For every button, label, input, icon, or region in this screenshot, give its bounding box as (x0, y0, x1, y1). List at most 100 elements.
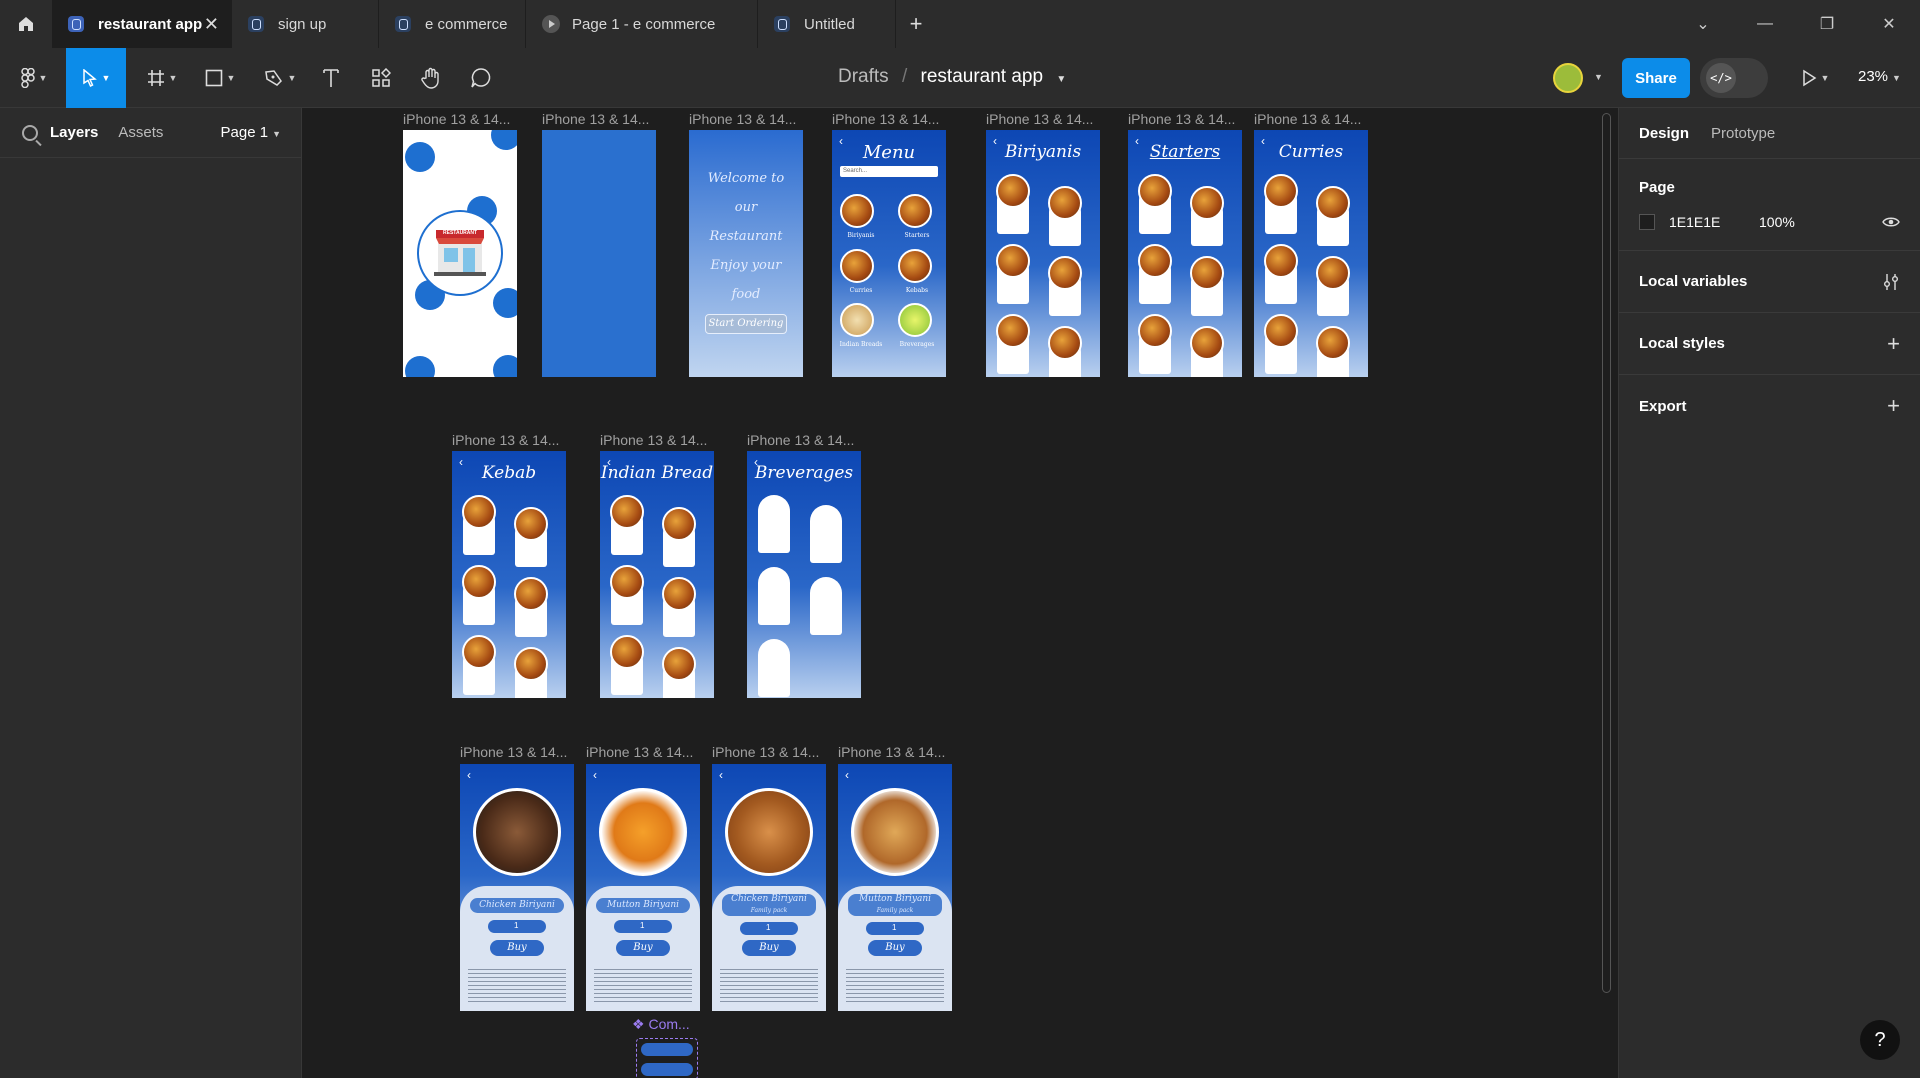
back-chevron-icon[interactable]: ‹ (593, 768, 597, 782)
help-question-icon[interactable]: ? (1860, 1020, 1900, 1060)
minimize-icon[interactable]: — (1734, 0, 1796, 48)
quantity-stepper[interactable]: 1 (866, 922, 924, 935)
export-section[interactable]: Export + (1619, 375, 1920, 437)
main-menu-button[interactable]: ▼ (12, 48, 56, 108)
chevron-down-icon[interactable]: ⌄ (1672, 0, 1734, 48)
tab-sign-up[interactable]: sign up (232, 0, 379, 48)
component-set[interactable] (636, 1038, 698, 1078)
chevron-down-icon[interactable]: ▼ (1594, 72, 1603, 82)
frame-label[interactable]: iPhone 13 & 14... (747, 432, 854, 448)
frame-tool[interactable]: ▼ (140, 48, 184, 108)
frame-blank-blue[interactable] (542, 130, 656, 377)
tab-layers[interactable]: Layers (50, 124, 98, 141)
frame-detail-chicken-family[interactable]: ‹ Chicken Biriyani Family pack 1 Buy (712, 764, 826, 1011)
shape-tool[interactable]: ▼ (198, 48, 242, 108)
hand-tool[interactable] (416, 48, 446, 108)
page-opacity[interactable]: 100% (1759, 214, 1795, 230)
resources-tool[interactable] (366, 48, 396, 108)
frame-label[interactable]: iPhone 13 & 14... (832, 111, 939, 127)
quantity-stepper[interactable]: 1 (614, 920, 672, 933)
component-label[interactable]: ❖ Com... (632, 1016, 690, 1033)
tab-assets[interactable]: Assets (118, 124, 163, 141)
frame-label[interactable]: iPhone 13 & 14... (460, 744, 567, 760)
quantity-stepper[interactable]: 1 (488, 920, 546, 933)
move-tool[interactable]: ▼ (66, 48, 126, 108)
drink-card[interactable] (758, 495, 790, 553)
drink-card[interactable] (758, 567, 790, 625)
frame-label[interactable]: iPhone 13 & 14... (403, 111, 510, 127)
drink-card[interactable] (810, 577, 842, 635)
drink-card[interactable] (758, 639, 790, 697)
search-icon[interactable] (22, 124, 38, 141)
present-button[interactable]: ▼ (1795, 48, 1835, 108)
add-style-plus-icon[interactable]: + (1887, 331, 1900, 357)
tab-design[interactable]: Design (1639, 125, 1689, 142)
frame-detail-mutton-family[interactable]: ‹ Mutton Biriyani Family pack 1 Buy (838, 764, 952, 1011)
file-name[interactable]: restaurant app (921, 66, 1044, 87)
frame-label[interactable]: iPhone 13 & 14... (1128, 111, 1235, 127)
close-window-icon[interactable]: ✕ (1858, 0, 1920, 48)
home-button[interactable] (0, 0, 52, 48)
tab-prototype[interactable]: Prototype (1711, 125, 1775, 142)
drink-card[interactable] (810, 505, 842, 563)
frame-label[interactable]: iPhone 13 & 14... (712, 744, 819, 760)
frame-kebab[interactable]: ‹ Kebab (452, 451, 566, 698)
dev-mode-toggle[interactable]: </> (1700, 58, 1768, 98)
frame-breverages[interactable]: ‹ Breverages (747, 451, 861, 698)
chevron-down-icon[interactable]: ▼ (1056, 74, 1066, 85)
back-chevron-icon[interactable]: ‹ (845, 768, 849, 782)
frame-label[interactable]: iPhone 13 & 14... (1254, 111, 1361, 127)
frame-label[interactable]: iPhone 13 & 14... (542, 111, 649, 127)
frame-curries[interactable]: ‹ Curries (1254, 130, 1368, 377)
variables-sliders-icon[interactable] (1882, 273, 1900, 291)
page-selector[interactable]: Page 1 ▼ (221, 124, 281, 141)
menu-item-label[interactable]: Starters (892, 232, 942, 239)
tab-page-1-e-commerce[interactable]: Page 1 - e commerce (526, 0, 758, 48)
menu-item-label[interactable]: Breverages (892, 341, 942, 348)
frame-biriyanis[interactable]: ‹ Biriyanis (986, 130, 1100, 377)
avatar[interactable] (1553, 63, 1583, 93)
frame-menu[interactable]: ‹ Menu Search... Biriyanis Starters Curr… (832, 130, 946, 377)
quantity-stepper[interactable] (641, 1043, 693, 1056)
menu-item-label[interactable]: Indian Breads (836, 341, 886, 348)
start-ordering-button[interactable]: Start Ordering (705, 314, 787, 334)
buy-button[interactable]: Buy (616, 940, 670, 956)
frame-label[interactable]: iPhone 13 & 14... (600, 432, 707, 448)
tab-restaurant-app[interactable]: restaurant app ✕ (52, 0, 232, 48)
add-export-plus-icon[interactable]: + (1887, 393, 1900, 419)
menu-item-label[interactable]: Curries (836, 287, 886, 294)
menu-item-label[interactable]: Kebabs (892, 287, 942, 294)
restore-icon[interactable]: ❐ (1796, 0, 1858, 48)
quantity-stepper[interactable] (641, 1063, 693, 1076)
share-button[interactable]: Share (1622, 58, 1690, 98)
eye-icon[interactable] (1882, 216, 1900, 228)
frame-label[interactable]: iPhone 13 & 14... (689, 111, 796, 127)
frame-label[interactable]: iPhone 13 & 14... (586, 744, 693, 760)
tab-e-commerce[interactable]: e commerce (379, 0, 526, 48)
pen-tool[interactable]: ▼ (258, 48, 302, 108)
frame-starters[interactable]: ‹ Starters (1128, 130, 1242, 377)
frame-label[interactable]: iPhone 13 & 14... (838, 744, 945, 760)
zoom-level[interactable]: 23% ▼ (1858, 68, 1901, 85)
menu-search-input[interactable]: Search... (840, 166, 938, 177)
page-color-swatch[interactable] (1639, 214, 1655, 230)
buy-button[interactable]: Buy (742, 940, 796, 956)
buy-button[interactable]: Buy (868, 940, 922, 956)
page-color-hex[interactable]: 1E1E1E (1669, 214, 1759, 230)
frame-detail-mutton-biriyani[interactable]: ‹ Mutton Biriyani 1 Buy (586, 764, 700, 1011)
frame-splash[interactable]: RESTAURANT (403, 130, 517, 377)
frame-welcome[interactable]: Welcome to our Restaurant Enjoy your foo… (689, 130, 803, 377)
vertical-scrollbar[interactable] (1602, 113, 1611, 993)
breadcrumb-drafts[interactable]: Drafts (838, 66, 889, 87)
frame-indian-bread[interactable]: ‹ Indian Bread (600, 451, 714, 698)
text-tool[interactable] (316, 48, 346, 108)
local-variables-section[interactable]: Local variables (1619, 251, 1920, 313)
new-tab-plus-icon[interactable]: + (896, 11, 936, 37)
buy-button[interactable]: Buy (490, 940, 544, 956)
close-tab-icon[interactable]: ✕ (204, 14, 219, 35)
comment-tool[interactable] (466, 48, 496, 108)
frame-label[interactable]: iPhone 13 & 14... (452, 432, 559, 448)
frame-detail-chicken-biriyani[interactable]: ‹ Chicken Biriyani 1 Buy (460, 764, 574, 1011)
canvas[interactable]: iPhone 13 & 14... RESTAURANT iPhone 13 &… (302, 108, 1602, 1078)
back-chevron-icon[interactable]: ‹ (467, 768, 471, 782)
